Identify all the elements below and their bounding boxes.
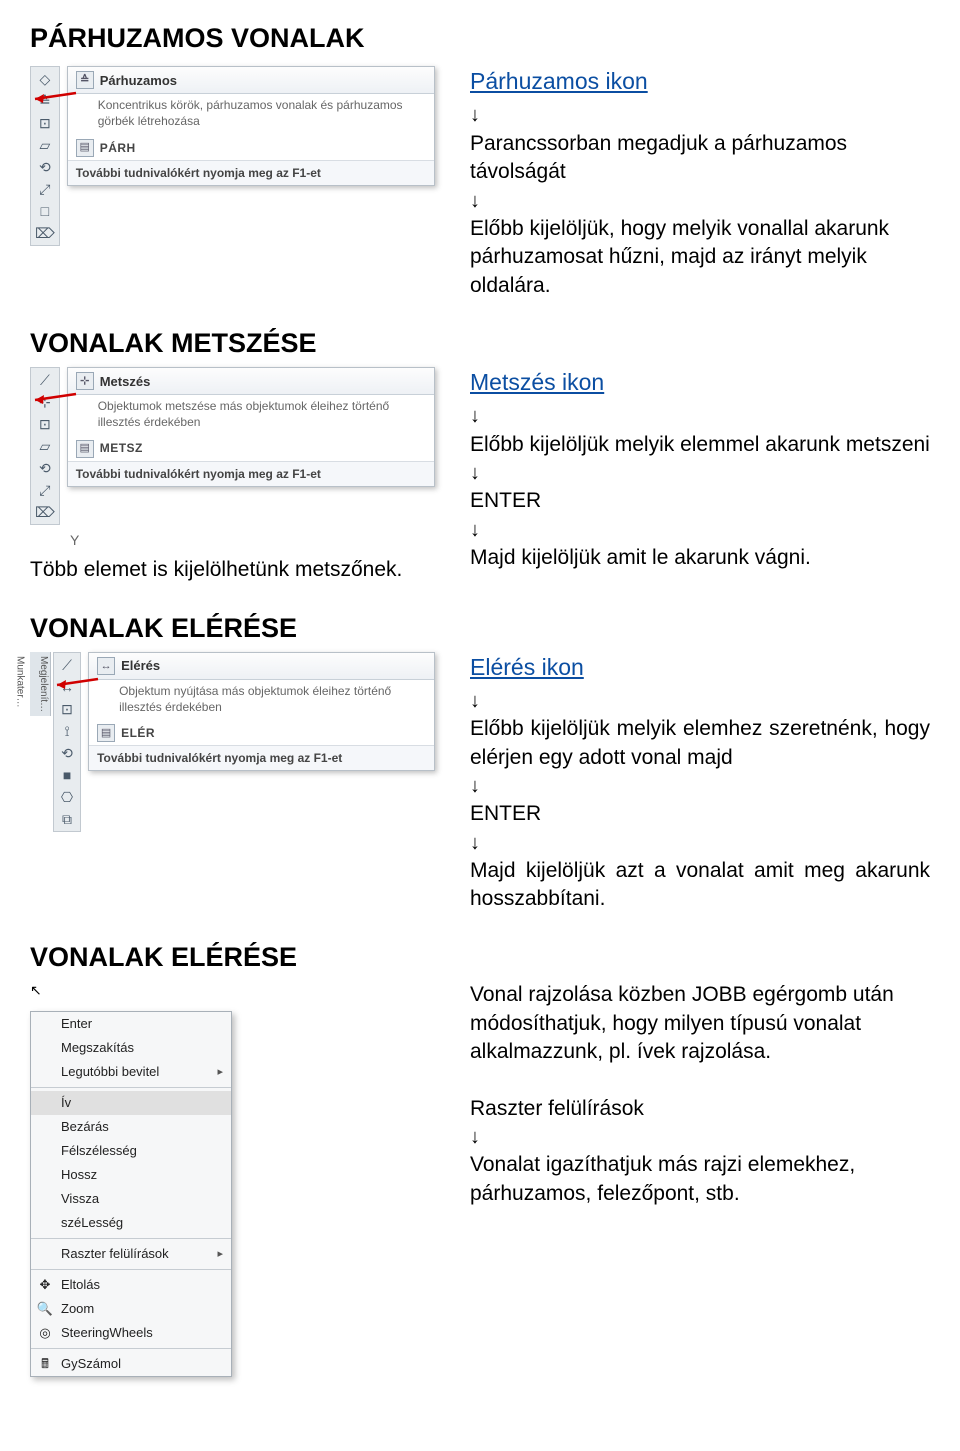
tooltip-eler-cmd: ELÉR	[121, 725, 155, 741]
eleres2-text-2: Raszter felülírások	[470, 1095, 930, 1123]
palette-btn-8[interactable]: ⌦	[34, 223, 56, 243]
tooltip-parhuzamos: ≙ Párhuzamos Koncentrikus körök, párhuza…	[67, 66, 435, 185]
menu-undo[interactable]: Vissza	[31, 1187, 231, 1211]
palette-btn-trim[interactable]: ⊹	[34, 392, 56, 412]
pan-icon: ✥	[35, 1276, 55, 1294]
tooltip-parh-title: Párhuzamos	[100, 72, 177, 90]
eleres2-text-1: Vonal rajzolása közben JOBB egérgomb utá…	[470, 981, 930, 1066]
eleres-text-2: Majd kijelöljük azt a vonalat amit meg a…	[470, 857, 930, 914]
cmd-icon: ▤	[76, 440, 94, 458]
tooltip-metsz-title: Metszés	[100, 373, 151, 391]
palette-btn-6[interactable]: ⤢	[34, 480, 56, 500]
parhuzamos-text-2: Előbb kijelöljük, hogy melyik vonallal a…	[470, 215, 930, 300]
palette-btn-7[interactable]: ⎔	[56, 787, 78, 807]
calc-icon: 🖩	[35, 1355, 55, 1373]
tooltip-eler-title: Elérés	[121, 657, 160, 675]
metszes-text-1: Előbb kijelöljük melyik elemmel akarunk …	[470, 431, 930, 459]
palette-btn-parallel[interactable]: ≙	[34, 91, 56, 111]
tooltip-parh-desc: Koncentrikus körök, párhuzamos vonalak é…	[68, 94, 434, 135]
tooltip-metsz-cmd: METSZ	[100, 440, 143, 456]
tool-palette: ⟋ ⊹ ⊡ ▱ ⟲ ⤢ ⌦	[30, 367, 60, 525]
context-menu: Enter Megszakítás Legutóbbi bevitel Ív B…	[30, 1011, 232, 1377]
palette-btn-4[interactable]: ⟟	[56, 721, 78, 741]
metszes-link[interactable]: Metszés ikon	[470, 367, 604, 398]
palette-btn-8[interactable]: ⧉	[56, 809, 78, 829]
wheel-icon: ◎	[35, 1324, 55, 1342]
sidebar-tabs: Megjelenít… Munkater…	[30, 652, 51, 716]
menu-width[interactable]: széLesség	[31, 1211, 231, 1235]
parhuzamos-text-1: Parancssorban megadjuk a párhuzamos távo…	[470, 130, 930, 187]
zoom-icon: 🔍	[35, 1300, 55, 1318]
palette-btn-4[interactable]: ▱	[34, 135, 56, 155]
arrow: ↓	[470, 519, 480, 541]
palette-btn-3[interactable]: ⊡	[34, 414, 56, 434]
palette-btn-5[interactable]: ⟲	[56, 743, 78, 763]
palette-btn-7[interactable]: ⌦	[34, 502, 56, 522]
palette-btn-7[interactable]: □	[34, 201, 56, 221]
trim-icon: ⊹	[76, 372, 94, 390]
menu-recent[interactable]: Legutóbbi bevitel	[31, 1060, 231, 1084]
heading-parhuzamos-vonalak: PÁRHUZAMOS VONALAK	[30, 20, 930, 56]
cursor-icon: ↖	[30, 981, 42, 1000]
palette-btn-1[interactable]: ◇	[34, 69, 56, 89]
menu-close[interactable]: Bezárás	[31, 1115, 231, 1139]
menu-arc[interactable]: Ív	[31, 1091, 231, 1115]
parhuzamos-link[interactable]: Párhuzamos ikon	[470, 66, 648, 97]
menu-halfwidth[interactable]: Félszélesség	[31, 1139, 231, 1163]
heading-vonalak-metszese: VONALAK METSZÉSE	[30, 325, 930, 361]
arrow: ↓	[470, 690, 480, 712]
parallel-icon: ≙	[76, 71, 94, 89]
palette-btn-5[interactable]: ⟲	[34, 157, 56, 177]
palette-btn-extend[interactable]: ↔	[56, 677, 78, 697]
arrow: ↓	[470, 775, 480, 797]
palette-btn-6[interactable]: ⤢	[34, 179, 56, 199]
tooltip-eler-f1: További tudnivalókért nyomja meg az F1-e…	[89, 745, 434, 770]
cmd-icon: ▤	[76, 139, 94, 157]
tool-palette: ◇ ≙ ⊡ ▱ ⟲ ⤢ □ ⌦	[30, 66, 60, 246]
palette-btn-5[interactable]: ⟲	[34, 458, 56, 478]
eleres-text-1: Előbb kijelöljük melyik elemhez szeretné…	[470, 715, 930, 772]
eleres-enter: ENTER	[470, 800, 930, 828]
sidebar-tab-1[interactable]: Megjelenít…	[37, 656, 51, 712]
metszes-text-2: Majd kijelöljük amit le akarunk vágni.	[470, 544, 930, 572]
metszes-enter: ENTER	[470, 487, 930, 515]
eleres-link[interactable]: Elérés ikon	[470, 652, 584, 683]
menu-osnap-override[interactable]: Raszter felülírások	[31, 1242, 231, 1266]
tooltip-metszes: ⊹ Metszés Objektumok metszése más objekt…	[67, 367, 435, 486]
arrow: ↓	[470, 405, 480, 427]
tooltip-parh-cmd: PÁRH	[100, 140, 136, 156]
palette-btn-4[interactable]: ▱	[34, 436, 56, 456]
palette-btn-3[interactable]: ⊡	[34, 113, 56, 133]
menu-steering[interactable]: ◎SteeringWheels	[31, 1321, 231, 1345]
tooltip-metsz-desc: Objektumok metszése más objektumok éleih…	[68, 395, 434, 436]
tool-palette: ⟋ ↔ ⊡ ⟟ ⟲ ■ ⎔ ⧉	[53, 652, 81, 832]
palette-btn-1[interactable]: ⟋	[34, 370, 56, 390]
menu-cancel[interactable]: Megszakítás	[31, 1036, 231, 1060]
y-label: Y	[30, 525, 435, 550]
sidebar-tab-2[interactable]: Munkater…	[13, 656, 27, 712]
palette-btn-1[interactable]: ⟋	[56, 655, 78, 675]
tooltip-eler-desc: Objektum nyújtása más objektumok éleihez…	[89, 680, 434, 721]
tooltip-eleres: ↔ Elérés Objektum nyújtása más objektumo…	[88, 652, 435, 771]
menu-pan[interactable]: ✥Eltolás	[31, 1273, 231, 1297]
cmd-icon: ▤	[97, 724, 115, 742]
metszes-left-note: Több elemet is kijelölhetünk metszőnek.	[30, 556, 435, 584]
menu-length[interactable]: Hossz	[31, 1163, 231, 1187]
menu-enter[interactable]: Enter	[31, 1012, 231, 1036]
arrow: ↓	[470, 832, 480, 854]
arrow: ↓	[470, 190, 480, 212]
heading-vonalak-elerese-2: VONALAK ELÉRÉSE	[30, 939, 930, 975]
tooltip-parh-f1: További tudnivalókért nyomja meg az F1-e…	[68, 160, 434, 185]
arrow: ↓	[470, 1126, 480, 1148]
palette-btn-3[interactable]: ⊡	[56, 699, 78, 719]
heading-vonalak-elerese-1: VONALAK ELÉRÉSE	[30, 610, 930, 646]
menu-quickcalc[interactable]: 🖩GySzámol	[31, 1352, 231, 1376]
extend-icon: ↔	[97, 657, 115, 675]
arrow: ↓	[470, 104, 480, 126]
arrow: ↓	[470, 462, 480, 484]
palette-btn-6[interactable]: ■	[56, 765, 78, 785]
tooltip-metsz-f1: További tudnivalókért nyomja meg az F1-e…	[68, 461, 434, 486]
menu-zoom[interactable]: 🔍Zoom	[31, 1297, 231, 1321]
eleres2-text-3: Vonalat igazíthatjuk más rajzi elemekhez…	[470, 1151, 930, 1208]
